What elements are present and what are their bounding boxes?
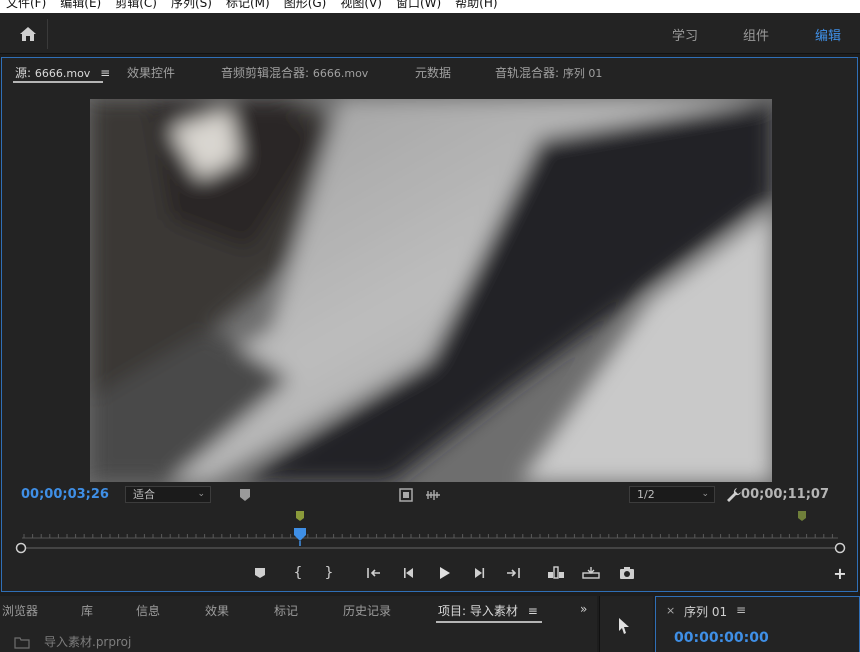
out-marker-icon — [798, 511, 806, 521]
mark-out-button[interactable]: } — [319, 563, 339, 583]
insert-button[interactable] — [546, 563, 566, 583]
tab-libraries[interactable]: 库 — [81, 602, 93, 619]
plus-icon: + — [833, 563, 847, 583]
step-back-icon — [404, 568, 413, 578]
step-back-button[interactable] — [399, 563, 419, 583]
tab-audio-clip-mixer-file: 6666.mov — [312, 67, 369, 80]
project-panel: 浏览器 库 信息 效果 标记 历史记录 项目: 导入素材 ≡ » 导入素材.pr… — [0, 596, 597, 652]
tab-source-label: 源: — [15, 66, 32, 80]
duration-timecode: 00;00;11;07 — [741, 487, 829, 502]
panel-menu-icon[interactable]: ≡ — [736, 603, 746, 617]
tab-audio-track-mixer[interactable]: 音轨混合器: 序列 01 — [495, 64, 602, 81]
zoom-select[interactable]: 适合 ⌄ — [125, 486, 211, 503]
transport-controls: { } + — [2, 563, 857, 585]
source-timeline[interactable] — [2, 508, 857, 560]
tab-effects[interactable]: 效果 — [205, 602, 229, 619]
overwrite-button[interactable] — [581, 563, 601, 583]
menu-item[interactable]: 视图(V) — [340, 0, 382, 12]
tab-source[interactable]: 源: 6666.mov ≡ — [15, 64, 110, 81]
panel-menu-icon[interactable]: ≡ — [528, 604, 538, 618]
sequence-tab-title[interactable]: 序列 01 — [684, 603, 727, 620]
tab-effect-controls[interactable]: 效果控件 — [127, 64, 175, 81]
panel-menu-icon[interactable]: ≡ — [100, 66, 110, 80]
settings-wrench-icon[interactable] — [726, 487, 742, 503]
workspace-edit[interactable]: 编辑 — [815, 25, 841, 44]
tab-markers[interactable]: 标记 — [274, 602, 298, 619]
camera-icon — [620, 567, 634, 579]
menu-item[interactable]: 文件(F) — [6, 0, 46, 12]
active-tab-indicator — [13, 81, 103, 83]
drag-audio-only-icon[interactable] — [425, 489, 441, 501]
insert-icon — [548, 566, 564, 579]
sequence-timecode[interactable]: 00:00:00:00 — [674, 630, 769, 646]
overwrite-icon — [582, 567, 600, 579]
menu-bar: 文件(F) 编辑(E) 剪辑(C) 序列(S) 标记(M) 图形(G) 视图(V) 窗口(W)… — [0, 0, 860, 13]
tab-history[interactable]: 历史记录 — [343, 602, 391, 619]
active-tab-indicator — [436, 621, 542, 623]
drag-video-only-icon[interactable] — [399, 488, 413, 502]
video-frame — [90, 99, 772, 482]
current-timecode[interactable]: 00;00;03;26 — [21, 487, 109, 502]
menu-item[interactable]: 标记(M) — [226, 0, 270, 12]
mark-out-icon: } — [324, 565, 334, 581]
chevron-down-icon: ⌄ — [197, 489, 205, 499]
menu-item[interactable]: 剪辑(C) — [115, 0, 157, 12]
mark-in-button[interactable]: { — [288, 563, 308, 583]
zoom-select-value: 适合 — [133, 488, 155, 501]
menu-item[interactable]: 序列(S) — [171, 0, 212, 12]
home-button[interactable] — [8, 19, 48, 49]
monitor-controls: 00;00;03;26 适合 ⌄ 1/2 ⌄ 00;00;11;07 — [2, 485, 857, 505]
video-content — [90, 99, 772, 482]
step-forward-button[interactable] — [469, 563, 489, 583]
menu-item[interactable]: 图形(G) — [284, 0, 327, 12]
mark-in-icon: { — [293, 565, 303, 581]
play-icon — [440, 567, 450, 579]
source-monitor-panel: 源: 6666.mov ≡ 效果控件 音频剪辑混合器: 6666.mov 元数据… — [1, 57, 858, 592]
play-button[interactable] — [434, 563, 454, 583]
selection-tool-icon[interactable] — [617, 617, 631, 635]
zoom-handle-left — [15, 542, 27, 554]
export-frame-button[interactable] — [617, 563, 637, 583]
add-marker-icon[interactable] — [238, 488, 252, 502]
menu-item[interactable]: 帮助(H) — [455, 0, 497, 12]
menu-item[interactable]: 窗口(W) — [396, 0, 441, 12]
workspace-header: 学习 组件 编辑 — [0, 13, 860, 54]
tab-audio-track-mixer-seq: 序列 01 — [562, 67, 603, 80]
tab-audio-clip-mixer-label: 音频剪辑混合器: — [221, 66, 310, 80]
chevron-down-icon: ⌄ — [701, 489, 709, 499]
tab-audio-clip-mixer[interactable]: 音频剪辑混合器: 6666.mov — [221, 64, 368, 81]
zoom-handle-right — [834, 542, 846, 554]
resolution-select-value: 1/2 — [637, 488, 655, 501]
button-editor-button[interactable]: + — [830, 563, 850, 583]
folder-icon — [14, 637, 30, 649]
home-icon — [19, 27, 36, 41]
workspace-assemble[interactable]: 组件 — [743, 25, 769, 44]
tab-project-label: 项目: 导入素材 — [438, 604, 518, 618]
timeline-panel: × 序列 01 ≡ 00:00:00:00 — [655, 596, 860, 652]
tab-project[interactable]: 项目: 导入素材 ≡ — [438, 602, 538, 619]
tab-media-browser[interactable]: 浏览器 — [2, 602, 38, 619]
time-ruler — [15, 511, 846, 554]
tab-source-file: 6666.mov — [34, 67, 91, 80]
go-to-in-button[interactable] — [364, 563, 384, 583]
workspace-learn[interactable]: 学习 — [672, 25, 698, 44]
tab-metadata[interactable]: 元数据 — [415, 64, 451, 81]
tools-panel — [599, 596, 653, 652]
tab-info[interactable]: 信息 — [136, 602, 160, 619]
menu-item[interactable]: 编辑(E) — [60, 0, 101, 12]
go-to-out-button[interactable] — [503, 563, 523, 583]
marker-icon — [255, 568, 265, 578]
add-marker-button[interactable] — [250, 563, 270, 583]
go-to-in-icon — [367, 568, 380, 578]
step-forward-icon — [475, 568, 485, 578]
overflow-tabs-icon[interactable]: » — [580, 602, 587, 616]
go-to-out-icon — [507, 568, 520, 578]
playhead-icon — [294, 528, 306, 541]
tab-audio-track-mixer-label: 音轨混合器: — [495, 66, 560, 80]
source-panel-tabs: 源: 6666.mov ≡ 效果控件 音频剪辑混合器: 6666.mov 元数据… — [2, 58, 857, 84]
project-file-name: 导入素材.prproj — [44, 635, 132, 649]
in-marker-icon — [296, 511, 304, 521]
close-icon[interactable]: × — [666, 604, 675, 617]
resolution-select[interactable]: 1/2 ⌄ — [629, 486, 715, 503]
